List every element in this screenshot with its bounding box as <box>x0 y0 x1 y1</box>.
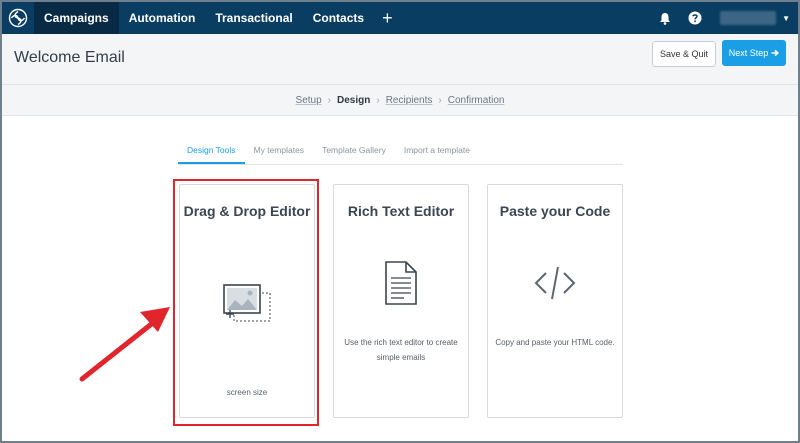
app-window: Campaigns Automation Transactional Conta… <box>2 2 798 441</box>
annotation-arrow-icon <box>79 307 170 382</box>
